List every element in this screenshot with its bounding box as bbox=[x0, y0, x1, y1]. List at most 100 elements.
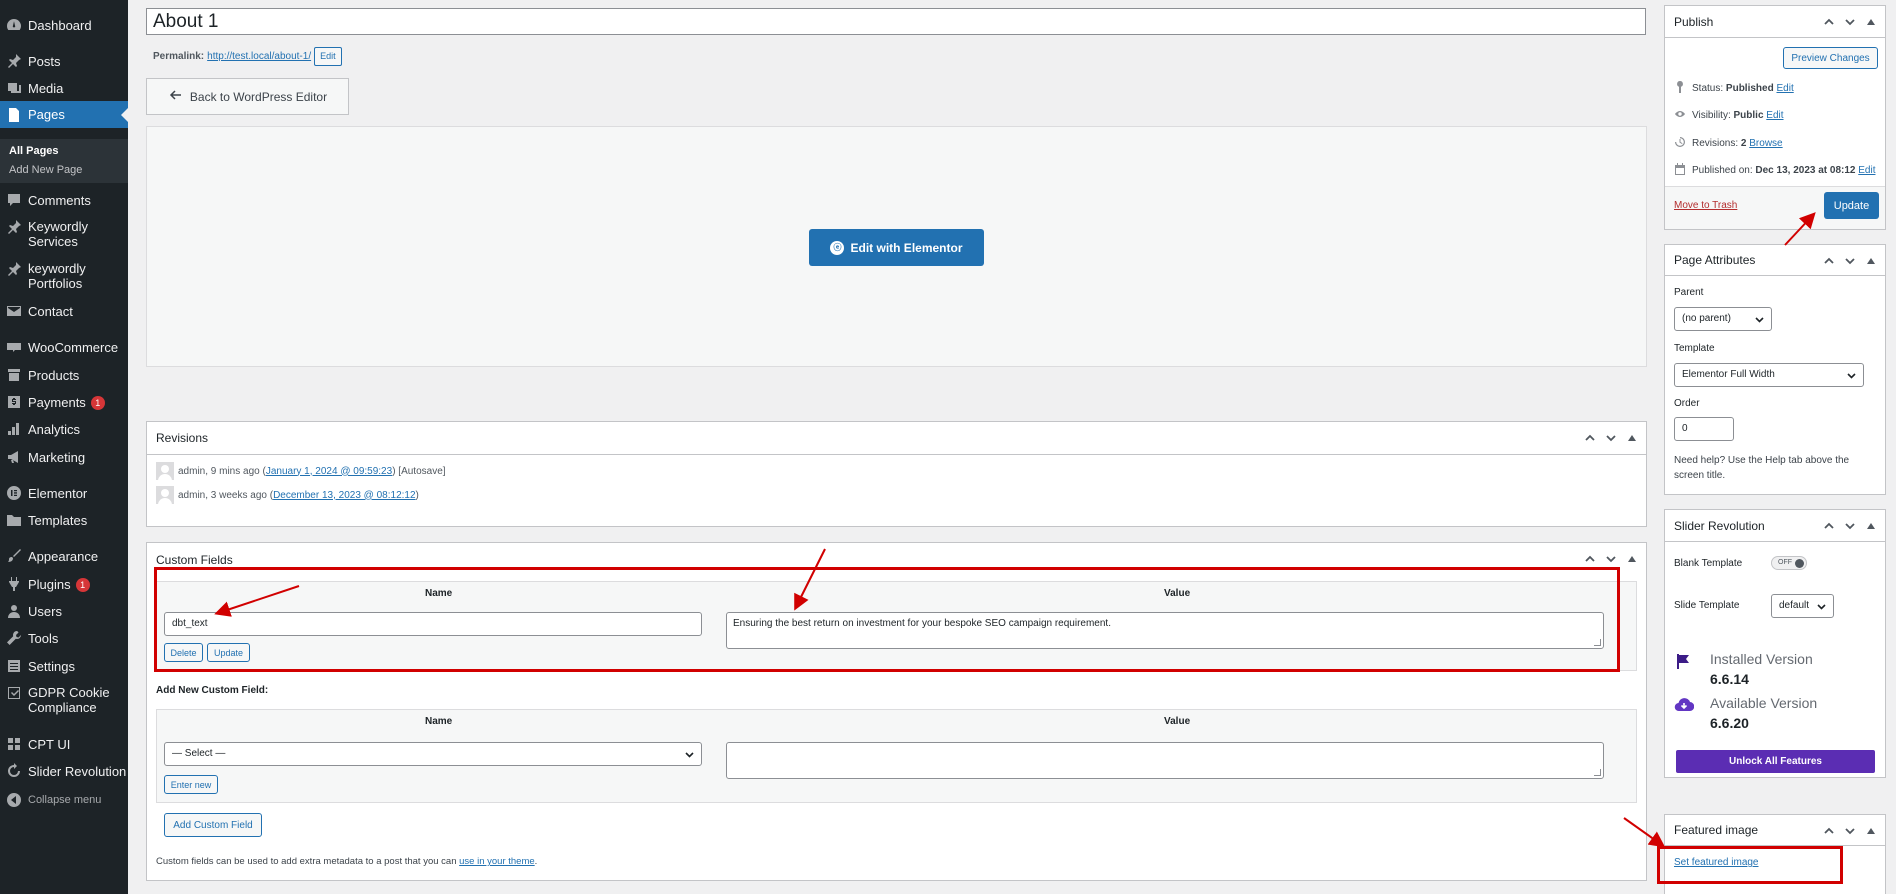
visibility-edit-link[interactable]: Edit bbox=[1766, 110, 1783, 121]
permalink-label: Permalink: bbox=[153, 51, 205, 62]
chevron-up-icon[interactable] bbox=[1822, 15, 1835, 28]
sidebar-item-plugins[interactable]: Plugins 1 bbox=[0, 576, 128, 592]
back-button-label: Back to WordPress Editor bbox=[189, 89, 328, 104]
sidebar-item-users[interactable]: Users bbox=[0, 603, 128, 619]
permalink-edit-button[interactable]: Edit bbox=[314, 47, 342, 66]
revisions-header[interactable]: Revisions bbox=[147, 422, 1646, 455]
chevron-up-icon[interactable] bbox=[1583, 552, 1596, 565]
post-title-input[interactable]: About 1 bbox=[146, 8, 1646, 35]
page-attributes-title: Page Attributes bbox=[1674, 253, 1756, 267]
sidebar-item-tools[interactable]: Tools bbox=[0, 630, 128, 646]
sidebar-item-comments[interactable]: Comments bbox=[0, 192, 128, 208]
revision-link[interactable]: January 1, 2024 @ 09:59:23 bbox=[266, 466, 392, 477]
sidebar-item-appearance[interactable]: Appearance bbox=[0, 548, 128, 564]
chevron-down-icon[interactable] bbox=[1843, 824, 1856, 837]
installed-version-value: 6.6.14 bbox=[1710, 671, 1749, 687]
revision-row: admin, 3 weeks ago (December 13, 2023 @ … bbox=[156, 486, 419, 504]
status-label: Status: bbox=[1692, 83, 1724, 94]
slider-revolution-box: Slider Revolution Blank Template OFF Sli… bbox=[1664, 509, 1886, 778]
browse-revisions-link[interactable]: Browse bbox=[1749, 138, 1782, 149]
media-icon bbox=[0, 80, 28, 96]
sidebar-item-label: Dashboard bbox=[28, 17, 92, 33]
sidebar-item-templates[interactable]: Templates bbox=[0, 512, 128, 528]
sidebar-item-pages[interactable]: Pages bbox=[0, 101, 128, 128]
sidebar-item-label: Posts bbox=[28, 53, 61, 69]
plugins-badge: 1 bbox=[75, 577, 90, 592]
chevron-down-icon[interactable] bbox=[1843, 519, 1856, 532]
sidebar-item-marketing[interactable]: Marketing bbox=[0, 449, 128, 465]
add-custom-field-button[interactable]: Add Custom Field bbox=[164, 813, 262, 837]
slide-template-label: Slide Template bbox=[1674, 600, 1740, 611]
sidebar-item-contact[interactable]: Contact bbox=[0, 303, 128, 319]
sidebar-item-products[interactable]: Products bbox=[0, 367, 128, 383]
triangle-up-icon[interactable] bbox=[1625, 431, 1638, 444]
sidebar-item-woocommerce[interactable]: WooCommerce bbox=[0, 339, 128, 355]
revision-link[interactable]: December 13, 2023 @ 08:12:12 bbox=[273, 490, 415, 501]
triangle-up-icon[interactable] bbox=[1864, 254, 1877, 267]
blank-template-toggle[interactable]: OFF bbox=[1771, 556, 1807, 570]
chevron-up-icon[interactable] bbox=[1822, 254, 1835, 267]
sidebar-item-label: Contact bbox=[28, 303, 73, 319]
chevron-down-icon[interactable] bbox=[1843, 254, 1856, 267]
sidebar-item-media[interactable]: Media bbox=[0, 80, 128, 96]
update-button[interactable]: Update bbox=[1824, 192, 1879, 219]
sidebar-item-keywordly-portfolios[interactable]: keywordly Portfolios bbox=[0, 261, 128, 291]
parent-select[interactable]: (no parent) bbox=[1674, 307, 1772, 331]
sidebar-item-posts[interactable]: Posts bbox=[0, 53, 128, 69]
chevron-down-icon[interactable] bbox=[1604, 552, 1617, 565]
chevron-up-icon[interactable] bbox=[1822, 519, 1835, 532]
wrench-icon bbox=[0, 630, 28, 646]
user-icon bbox=[0, 603, 28, 619]
check-icon bbox=[0, 685, 28, 701]
custom-field-key-select[interactable]: — Select — bbox=[164, 742, 702, 766]
calendar-icon bbox=[1674, 163, 1686, 178]
sidebar-item-analytics[interactable]: Analytics bbox=[0, 421, 128, 437]
revision-suffix: ) bbox=[415, 489, 419, 501]
published-label: Published on: bbox=[1692, 165, 1753, 176]
edit-with-elementor-button[interactable]: ⓔ Edit with Elementor bbox=[809, 229, 984, 266]
sidebar-item-elementor[interactable]: Elementor bbox=[0, 485, 128, 501]
sidebar-item-payments[interactable]: Payments 1 bbox=[0, 394, 128, 410]
collapse-menu-button[interactable]: Collapse menu bbox=[0, 792, 128, 808]
back-to-wp-editor-button[interactable]: Back to WordPress Editor bbox=[146, 78, 349, 115]
submenu-add-new-page[interactable]: Add New Page bbox=[9, 164, 82, 176]
submenu-all-pages[interactable]: All Pages bbox=[9, 145, 59, 157]
sidebar-item-cpt-ui[interactable]: CPT UI bbox=[0, 736, 128, 752]
preview-changes-button[interactable]: Preview Changes bbox=[1783, 47, 1878, 69]
triangle-up-icon[interactable] bbox=[1625, 552, 1638, 565]
sidebar-item-dashboard[interactable]: Dashboard bbox=[0, 17, 128, 33]
chevron-up-icon[interactable] bbox=[1822, 824, 1835, 837]
triangle-up-icon[interactable] bbox=[1864, 824, 1877, 837]
use-in-theme-link[interactable]: use in your theme bbox=[459, 856, 535, 867]
sidebar-item-label: Comments bbox=[28, 192, 91, 208]
permalink-link[interactable]: http://test.local/about-1/ bbox=[207, 51, 311, 62]
move-to-trash-link[interactable]: Move to Trash bbox=[1674, 200, 1737, 211]
enter-new-button[interactable]: Enter new bbox=[164, 775, 218, 794]
page-icon bbox=[0, 107, 28, 123]
triangle-up-icon[interactable] bbox=[1864, 15, 1877, 28]
sidebar-item-gdpr[interactable]: GDPR Cookie Compliance bbox=[0, 685, 128, 715]
page-attributes-box: Page Attributes Parent (no parent) Templ… bbox=[1664, 244, 1886, 495]
slide-template-select[interactable]: default bbox=[1771, 594, 1834, 618]
date-edit-link[interactable]: Edit bbox=[1858, 165, 1875, 176]
publish-header[interactable]: Publish bbox=[1665, 6, 1885, 38]
chevron-up-icon[interactable] bbox=[1583, 431, 1596, 444]
folder-icon bbox=[0, 512, 28, 528]
new-custom-field-value-textarea[interactable] bbox=[726, 742, 1604, 779]
sidebar-item-label: Tools bbox=[28, 630, 59, 646]
order-input[interactable]: 0 bbox=[1674, 417, 1734, 441]
dashboard-icon bbox=[0, 17, 28, 33]
sidebar-item-keywordly-services[interactable]: Keywordly Services bbox=[0, 219, 128, 249]
chevron-down-icon[interactable] bbox=[1604, 431, 1617, 444]
custom-fields-title: Custom Fields bbox=[156, 552, 233, 567]
sidebar-item-settings[interactable]: Settings bbox=[0, 658, 128, 674]
status-edit-link[interactable]: Edit bbox=[1777, 83, 1794, 94]
unlock-all-features-button[interactable]: Unlock All Features bbox=[1676, 750, 1875, 773]
template-select[interactable]: Elementor Full Width bbox=[1674, 363, 1864, 387]
chevron-down-icon[interactable] bbox=[1843, 15, 1856, 28]
triangle-up-icon[interactable] bbox=[1864, 519, 1877, 532]
featured-image-header[interactable]: Featured image bbox=[1665, 815, 1885, 846]
slider-revolution-header[interactable]: Slider Revolution bbox=[1665, 510, 1885, 542]
page-attributes-header[interactable]: Page Attributes bbox=[1665, 245, 1885, 276]
sidebar-item-slider-revolution[interactable]: Slider Revolution bbox=[0, 763, 128, 779]
